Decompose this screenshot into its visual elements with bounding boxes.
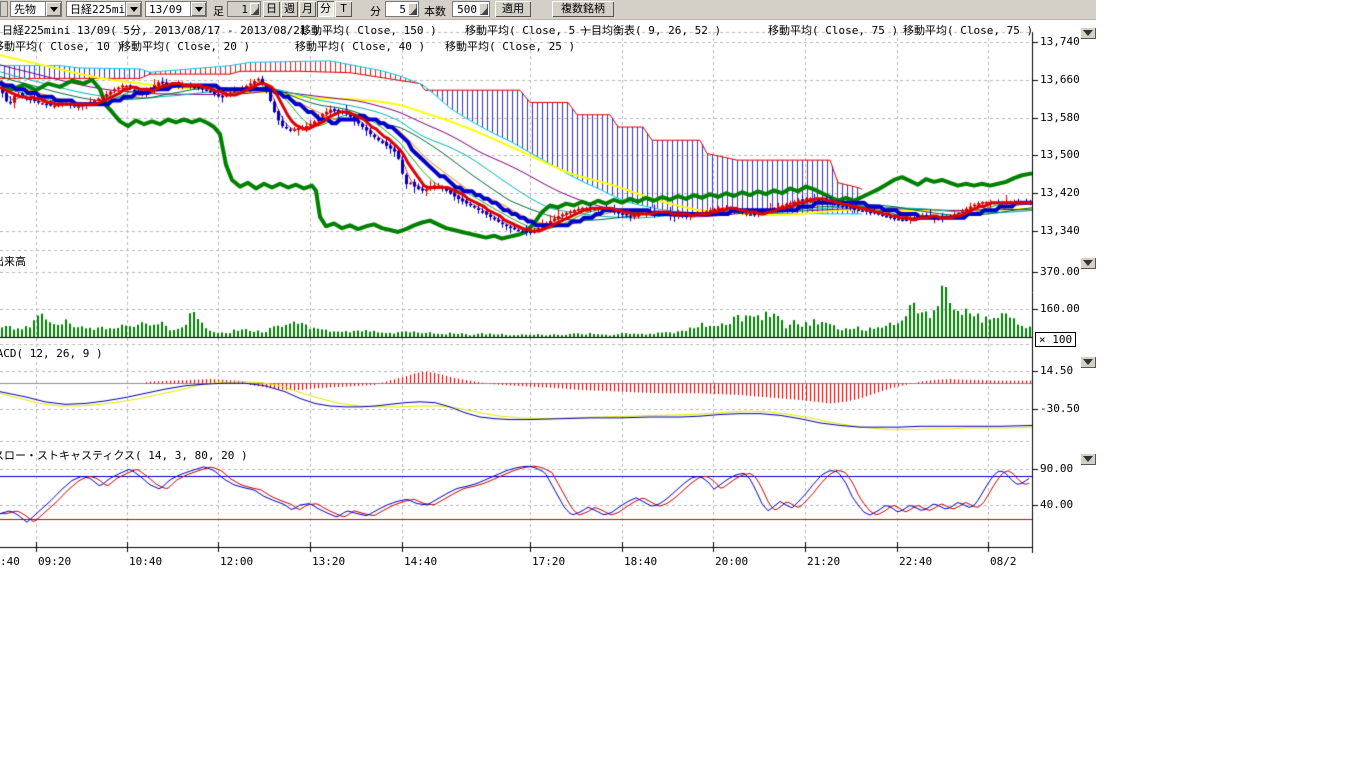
ashi-interval-value: 1 (228, 3, 250, 16)
macd-panel-label: MACD( 12, 26, 9 ) (0, 347, 103, 360)
price-y-tick-label: 13,340 (1040, 224, 1080, 237)
period-monthly-button[interactable]: 月 (299, 1, 316, 17)
chevron-down-icon (1083, 260, 1093, 266)
volume-multiplier-badge: × 100 (1035, 332, 1076, 347)
indicator-label: 一目均衡表( 9, 26, 52 ) (580, 22, 721, 38)
bar-count-label: 本数 (424, 3, 446, 19)
indicator-label: 移動平均( Close, 75 ) (903, 22, 1033, 38)
chart-application-window: 先物 日経225mini 13/09 足 1 日 週 月 分 T 分 5 本数 … (0, 0, 1366, 768)
price-panel-menu-button[interactable] (1080, 27, 1096, 39)
volume-panel-label: 出来高 (0, 253, 26, 269)
chevron-down-icon (1083, 456, 1093, 462)
price-y-tick-label: 13,660 (1040, 73, 1080, 86)
instrument-type-value: 先物 (11, 1, 45, 17)
contract-month-value: 13/09 (146, 3, 190, 16)
chevron-down-icon (1083, 30, 1093, 36)
indicator-label: 移動平均( Close, 10 ) (0, 38, 123, 54)
multi-symbol-button[interactable]: 複数銘柄 (552, 1, 614, 17)
x-axis-time-label: 18:40 (624, 555, 657, 568)
bar-count-value: 500 (453, 3, 479, 16)
chart-title: 日経225mini 13/09( 5分, 2013/08/17 - 2013/0… (2, 22, 320, 38)
x-axis-time-label: 14:40 (404, 555, 437, 568)
symbol-dropdown[interactable]: 日経225mini (66, 1, 142, 17)
toolbar: 先物 日経225mini 13/09 足 1 日 週 月 分 T 分 5 本数 … (0, 0, 1096, 20)
indicator-label: 移動平均( Close, 20 ) (120, 38, 250, 54)
chart-plot-area[interactable] (0, 0, 1100, 580)
x-axis-time-label: 21:20 (807, 555, 840, 568)
chevron-down-icon[interactable] (190, 2, 206, 16)
period-tick-button[interactable]: T (335, 1, 352, 17)
x-axis-time-label: 22:40 (899, 555, 932, 568)
clipped-control-fragment (0, 1, 8, 17)
ashi-label: 足 (213, 3, 224, 19)
x-axis-time-label: 17:20 (532, 555, 565, 568)
symbol-value: 日経225mini (67, 1, 125, 17)
minutes-value: 5 (386, 3, 408, 16)
x-axis-time-label: 20:00 (715, 555, 748, 568)
price-y-tick-label: 13,420 (1040, 186, 1080, 199)
volume-panel-menu-button[interactable] (1080, 257, 1096, 269)
bar-count-spinner[interactable]: 500 (452, 1, 490, 17)
period-minute-button[interactable]: 分 (317, 1, 334, 17)
indicator-label: 移動平均( Close, 150 ) (300, 22, 437, 38)
stoch-y-tick-label: 90.00 (1040, 462, 1073, 475)
volume-y-tick-label: 160.00 (1040, 302, 1080, 315)
macd-y-tick-label: -30.50 (1040, 402, 1080, 415)
x-axis-time-label: 09:20 (38, 555, 71, 568)
minutes-spinner[interactable]: 5 (385, 1, 419, 17)
x-axis-time-label: 10:40 (129, 555, 162, 568)
x-axis-time-label: 12:00 (220, 555, 253, 568)
price-y-tick-label: 13,580 (1040, 111, 1080, 124)
period-daily-button[interactable]: 日 (263, 1, 280, 17)
instrument-type-dropdown[interactable]: 先物 (10, 1, 62, 17)
apply-button[interactable]: 適用 (495, 1, 531, 17)
x-axis-time-label: 08/2 (990, 555, 1017, 568)
price-y-tick-label: 13,500 (1040, 148, 1080, 161)
macd-panel-menu-button[interactable] (1080, 356, 1096, 368)
period-weekly-button[interactable]: 週 (281, 1, 298, 17)
macd-y-tick-label: 14.50 (1040, 364, 1073, 377)
stochastics-panel-label: スロー・ストキャスティクス( 14, 3, 80, 20 ) (0, 447, 248, 463)
spinner-handle-icon[interactable] (250, 3, 259, 15)
spinner-handle-icon[interactable] (479, 3, 488, 15)
minutes-label: 分 (370, 3, 381, 19)
x-axis-time-label: 13:20 (312, 555, 345, 568)
indicator-label: 移動平均( Close, 25 ) (445, 38, 575, 54)
volume-y-tick-label: 370.00 (1040, 265, 1080, 278)
chevron-down-icon[interactable] (125, 2, 141, 16)
indicator-label: 移動平均( Close, 75 ) (768, 22, 898, 38)
stoch-panel-menu-button[interactable] (1080, 453, 1096, 465)
spinner-handle-icon[interactable] (408, 3, 417, 15)
contract-month-dropdown[interactable]: 13/09 (145, 1, 207, 17)
indicator-label: 移動平均( Close, 5 ) (465, 22, 588, 38)
chevron-down-icon[interactable] (45, 2, 61, 16)
x-axis-time-label: :40 (0, 555, 20, 568)
stoch-y-tick-label: 40.00 (1040, 498, 1073, 511)
ashi-interval-spinner[interactable]: 1 (227, 1, 261, 17)
price-y-tick-label: 13,740 (1040, 35, 1080, 48)
indicator-label: 移動平均( Close, 40 ) (295, 38, 425, 54)
chevron-down-icon (1083, 359, 1093, 365)
